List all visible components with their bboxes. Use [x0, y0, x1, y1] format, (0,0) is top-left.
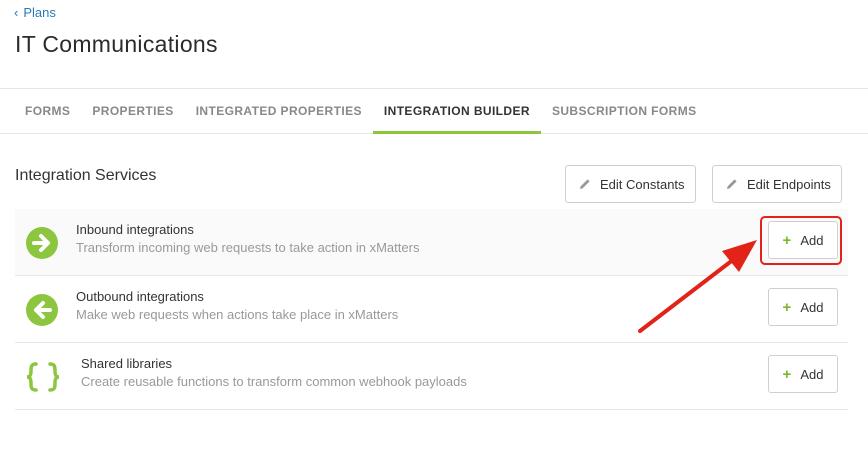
- tab-bar: FORMS PROPERTIES INTEGRATED PROPERTIES I…: [0, 88, 868, 134]
- service-title: Outbound integrations: [76, 289, 204, 304]
- arrow-left-circle-icon: [26, 294, 58, 326]
- service-description: Create reusable functions to transform c…: [81, 374, 467, 389]
- service-description: Make web requests when actions take plac…: [76, 307, 399, 322]
- arrow-right-circle-icon: [26, 227, 58, 259]
- breadcrumb[interactable]: ‹ Plans: [14, 5, 56, 20]
- service-title: Shared libraries: [81, 356, 173, 371]
- integration-services-list: Inbound integrations Transform incoming …: [15, 209, 848, 410]
- plus-icon: +: [782, 298, 792, 316]
- service-title: Inbound integrations: [76, 222, 194, 237]
- add-shared-library-button[interactable]: + Add: [768, 355, 838, 393]
- curly-braces-icon: [26, 362, 60, 392]
- edit-constants-button[interactable]: Edit Constants: [565, 165, 696, 203]
- edit-constants-label: Edit Constants: [600, 176, 685, 192]
- plus-icon: +: [782, 365, 792, 383]
- tab-properties[interactable]: PROPERTIES: [81, 89, 184, 133]
- add-label: Add: [800, 299, 824, 315]
- annotation-highlight-box: [760, 216, 842, 265]
- page-title: IT Communications: [15, 31, 218, 57]
- list-item-shared-libraries: Shared libraries Create reusable functio…: [15, 343, 848, 410]
- section-title: Integration Services: [15, 167, 157, 184]
- tab-integrated-properties[interactable]: INTEGRATED PROPERTIES: [185, 89, 373, 133]
- add-outbound-integration-button[interactable]: + Add: [768, 288, 838, 326]
- list-item-outbound-integrations: Outbound integrations Make web requests …: [15, 276, 848, 343]
- tab-subscription-forms[interactable]: SUBSCRIPTION FORMS: [541, 89, 708, 133]
- edit-endpoints-label: Edit Endpoints: [747, 176, 831, 192]
- service-description: Transform incoming web requests to take …: [76, 240, 420, 255]
- breadcrumb-link-plans[interactable]: Plans: [23, 5, 56, 20]
- chevron-left-icon: ‹: [14, 5, 19, 20]
- add-label: Add: [800, 366, 824, 382]
- tab-integration-builder[interactable]: INTEGRATION BUILDER: [372, 89, 542, 134]
- edit-endpoints-button[interactable]: Edit Endpoints: [712, 165, 842, 203]
- pencil-icon: [580, 179, 590, 189]
- pencil-icon: [727, 179, 737, 189]
- list-item-inbound-integrations: Inbound integrations Transform incoming …: [15, 209, 848, 276]
- tab-forms[interactable]: FORMS: [14, 89, 81, 133]
